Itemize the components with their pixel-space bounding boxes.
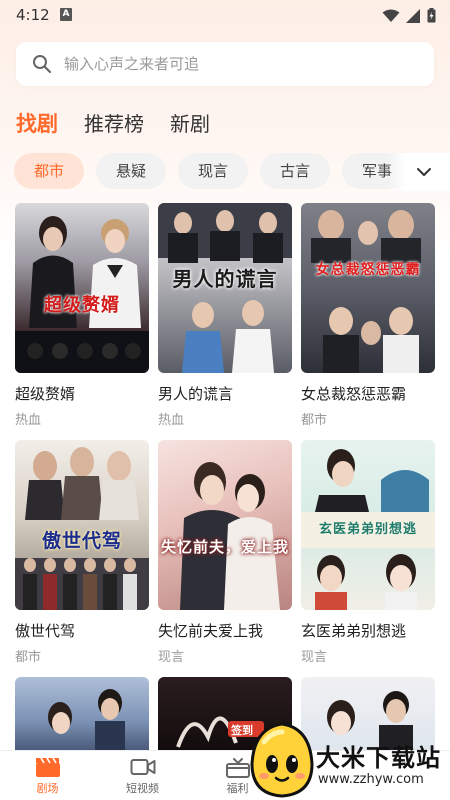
drama-poster[interactable]: 失忆前夫，爱上我: [158, 440, 292, 610]
drama-card[interactable]: 玄医弟弟别想逃 玄医弟弟别想逃 现言: [301, 440, 435, 665]
video-camera-icon: [130, 758, 155, 775]
category-chip-ancient-romance[interactable]: 古言: [260, 153, 330, 189]
watermark-url: www.zzhyw.com: [318, 772, 424, 787]
battery-icon: [427, 8, 436, 23]
drama-poster[interactable]: 超级赘婿: [15, 203, 149, 373]
drama-card[interactable]: 女总裁怒惩恶霸 女总裁怒惩恶霸 都市: [301, 203, 435, 428]
poster-title: 失忆前夫，爱上我: [160, 538, 289, 556]
drama-poster[interactable]: [15, 677, 149, 750]
nav-theater[interactable]: 剧场: [0, 751, 95, 800]
poster-art: [48, 689, 125, 750]
drama-title: 失忆前夫爱上我: [158, 622, 264, 640]
drama-card[interactable]: 男人的谎言 男人的谎言 热血: [158, 203, 292, 428]
drama-title: 傲世代驾: [15, 622, 76, 640]
drama-card[interactable]: [15, 677, 149, 750]
drama-genre-tag: 都市: [301, 413, 328, 428]
category-chip-urban[interactable]: 都市: [14, 153, 84, 189]
drama-card[interactable]: 超级赘婿 超级赘婿 热血: [15, 203, 149, 428]
poster-title: 傲世代驾: [41, 530, 122, 552]
drama-genre-tag: 都市: [15, 650, 42, 665]
drama-poster[interactable]: 傲世代驾: [15, 440, 149, 610]
drama-poster[interactable]: 玄医弟弟别想逃: [301, 440, 435, 610]
poster-art: [311, 210, 421, 373]
status-bar: 4:12 A: [0, 0, 450, 32]
nav-label: 短视频: [126, 781, 159, 795]
wifi-icon: [382, 9, 400, 22]
poster-art: [180, 462, 280, 610]
poster-title: 男人的谎言: [172, 267, 278, 291]
clapperboard-icon: [35, 757, 60, 777]
drama-poster[interactable]: 女总裁怒惩恶霸: [301, 203, 435, 373]
signal-icon: [406, 8, 420, 23]
drama-title: 男人的谎言: [158, 385, 234, 403]
tab-ranking[interactable]: 推荐榜: [84, 108, 144, 137]
nav-short-video[interactable]: 短视频: [95, 751, 190, 800]
poster-art: [15, 216, 149, 373]
watermark-logo: 大米下载站 www.zzhyw.com: [244, 720, 450, 800]
drama-genre-tag: 热血: [158, 413, 185, 428]
drama-genre-tag: 热血: [15, 413, 42, 428]
search-bar[interactable]: [16, 42, 434, 86]
drama-title: 玄医弟弟别想逃: [301, 622, 407, 640]
search-icon: [32, 54, 52, 74]
drama-genre-tag: 现言: [301, 650, 328, 665]
category-chip-suspense[interactable]: 悬疑: [96, 153, 166, 189]
status-icons: [382, 8, 436, 23]
status-time: 4:12: [16, 6, 50, 24]
drama-genre-tag: 现言: [158, 650, 185, 665]
search-input[interactable]: [64, 55, 384, 73]
tab-find-drama[interactable]: 找剧: [16, 108, 58, 138]
expand-categories-button[interactable]: [388, 153, 450, 191]
egg-mascot-icon: [250, 722, 314, 798]
drama-title: 超级赘婿: [15, 385, 76, 403]
tab-new-drama[interactable]: 新剧: [170, 108, 210, 137]
drama-title: 女总裁怒惩恶霸: [301, 385, 407, 403]
top-tabs: 找剧 推荐榜 新剧: [16, 108, 210, 138]
drama-card[interactable]: 傲世代驾 傲世代驾 都市: [15, 440, 149, 665]
poster-art: [15, 447, 149, 610]
nav-label: 剧场: [36, 781, 59, 795]
category-chips: 都市 悬疑 现言 古言 军事: [14, 153, 450, 191]
poster-title: 超级赘婿: [44, 295, 120, 316]
poster-title: 女总裁怒惩恶霸: [315, 262, 421, 278]
notification-icon: A: [60, 8, 72, 21]
drama-poster[interactable]: 男人的谎言: [158, 203, 292, 373]
poster-title: 玄医弟弟别想逃: [318, 522, 417, 537]
watermark-title: 大米下载站: [316, 744, 441, 772]
chevron-down-icon: [417, 168, 431, 176]
drama-card[interactable]: 失忆前夫，爱上我 失忆前夫爱上我 现言: [158, 440, 292, 665]
category-chip-modern-romance[interactable]: 现言: [178, 153, 248, 189]
